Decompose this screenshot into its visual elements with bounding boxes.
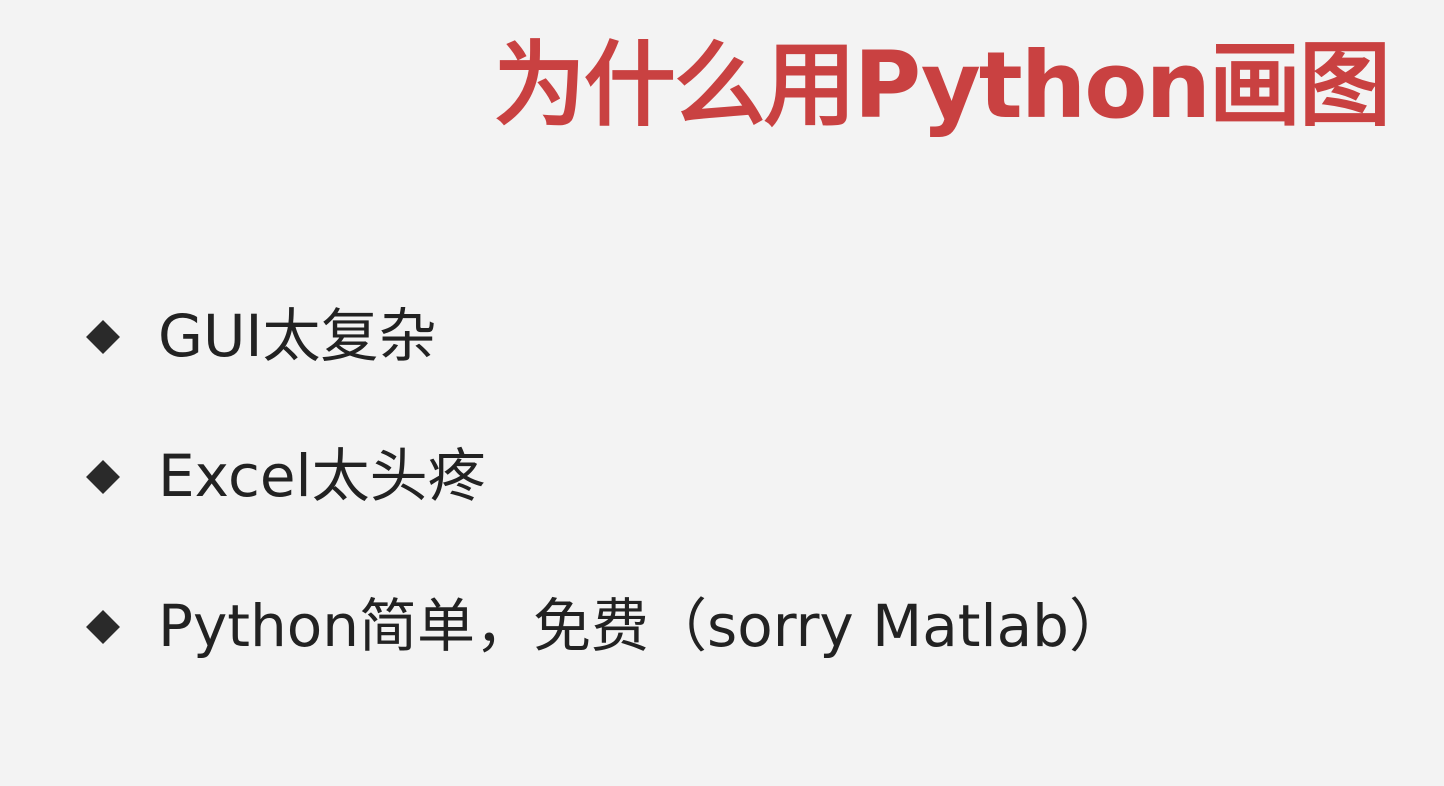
diamond-bullet-icon: [86, 460, 120, 494]
slide-title: 为什么用Python画图: [493, 32, 1391, 139]
diamond-bullet-icon: [86, 610, 120, 644]
bullet-item-gui: GUI太复杂: [86, 302, 437, 370]
bullet-text: GUI太复杂: [158, 302, 437, 370]
bullet-text: Python简单，免费（sorry Matlab）: [158, 592, 1127, 660]
bullet-item-excel: Excel太头疼: [86, 442, 486, 510]
bullet-item-python: Python简单，免费（sorry Matlab）: [86, 592, 1127, 660]
bullet-text: Excel太头疼: [158, 442, 486, 510]
diamond-bullet-icon: [86, 320, 120, 354]
presentation-slide: 为什么用Python画图 GUI太复杂 Excel太头疼 Python简单，免费…: [0, 0, 1444, 786]
